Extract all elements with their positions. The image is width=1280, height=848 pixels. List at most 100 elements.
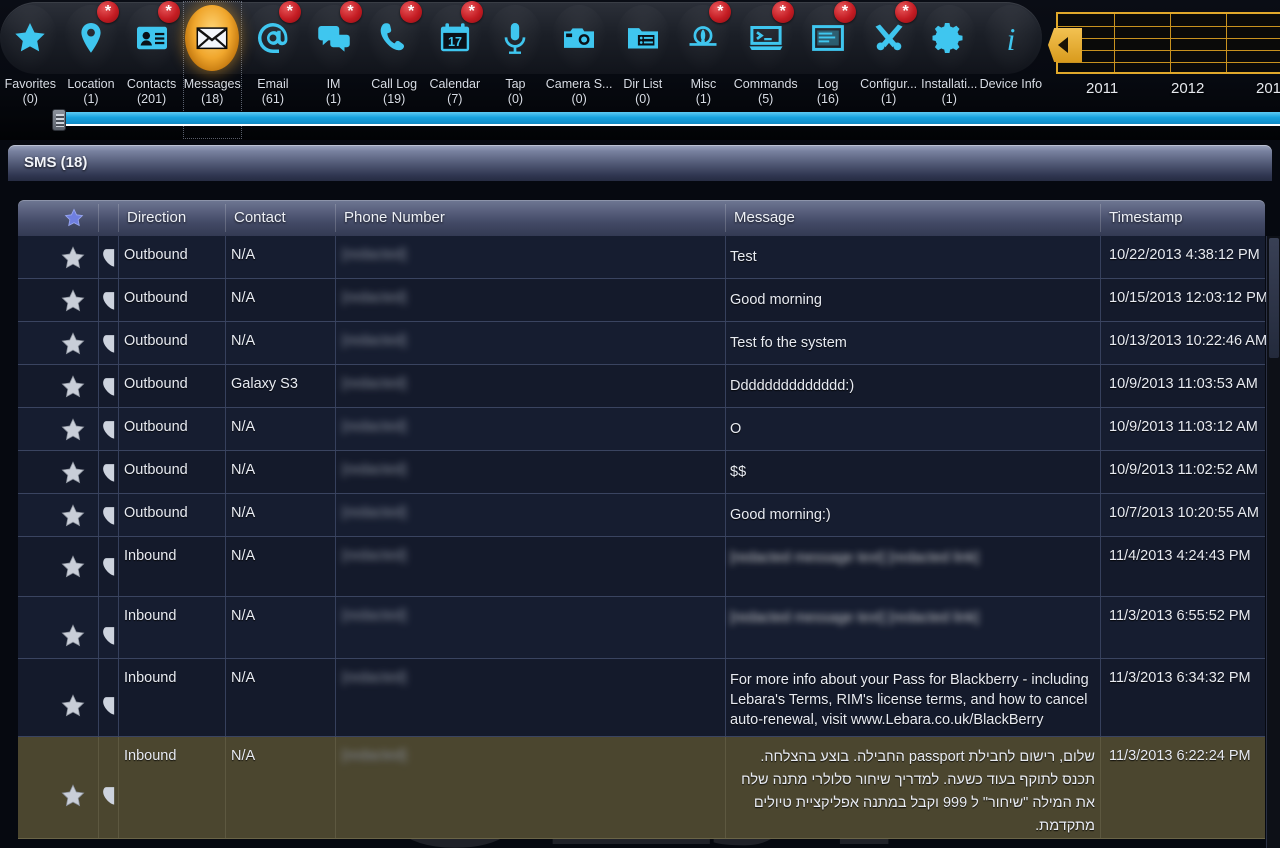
cell-phone-number: [redacted] bbox=[342, 408, 712, 451]
toolbar-item-bubble: * bbox=[801, 5, 855, 71]
table-row[interactable]: InboundN/A[redacted]For more info about … bbox=[18, 659, 1265, 737]
row-favorite-star-icon[interactable] bbox=[60, 554, 86, 580]
column-divider bbox=[225, 236, 226, 278]
table-row[interactable]: OutboundN/A[redacted]Test fo the system1… bbox=[18, 322, 1265, 365]
cell-direction: Outbound bbox=[124, 279, 219, 322]
table-row[interactable]: OutboundN/A[redacted]$$10/9/2013 11:02:5… bbox=[18, 451, 1265, 494]
cell-contact: N/A bbox=[231, 537, 331, 597]
row-favorite-star-icon[interactable] bbox=[60, 503, 86, 529]
cell-phone-number: [redacted] bbox=[342, 494, 712, 537]
column-divider bbox=[335, 451, 336, 493]
notification-badge: * bbox=[834, 1, 856, 23]
table-row[interactable]: OutboundN/A[redacted]O10/9/2013 11:03:12… bbox=[18, 408, 1265, 451]
column-divider bbox=[225, 537, 226, 596]
toolbar-item-bubble: * bbox=[307, 5, 361, 71]
cell-contact: N/A bbox=[231, 659, 331, 737]
scrollbar-thumb[interactable] bbox=[52, 109, 66, 131]
chat-bubbles-icon bbox=[316, 20, 352, 56]
row-favorite-star-icon[interactable] bbox=[60, 331, 86, 357]
row-favorite-star-icon[interactable] bbox=[60, 460, 86, 486]
row-favorite-star-icon[interactable] bbox=[60, 623, 86, 649]
toolbar-item-label: Log bbox=[798, 77, 859, 92]
cell-timestamp: 11/4/2013 4:24:43 PM bbox=[1109, 537, 1280, 597]
direction-phone-icon bbox=[100, 419, 120, 441]
notification-badge: * bbox=[709, 1, 731, 23]
toolbar-item-count: (1) bbox=[696, 92, 711, 107]
table-vertical-scrollbar[interactable] bbox=[1266, 236, 1280, 848]
timeline-horizontal-scrollbar[interactable] bbox=[52, 110, 1280, 128]
svg-text:i: i bbox=[1006, 22, 1015, 56]
direction-phone-icon bbox=[100, 462, 120, 484]
column-header-message[interactable]: Message bbox=[734, 200, 795, 236]
left-arrow-handle-icon[interactable] bbox=[1048, 28, 1082, 62]
cell-contact: N/A bbox=[231, 451, 331, 494]
column-divider bbox=[1100, 537, 1101, 596]
table-row[interactable]: OutboundN/A[redacted]Good morning:)10/7/… bbox=[18, 494, 1265, 537]
row-favorite-star-icon[interactable] bbox=[60, 693, 86, 719]
camera-icon bbox=[561, 20, 597, 56]
cell-timestamp: 10/9/2013 11:03:12 AM bbox=[1109, 408, 1280, 451]
column-divider bbox=[225, 494, 226, 536]
table-row[interactable]: InboundN/A[redacted][redacted message te… bbox=[18, 597, 1265, 659]
toolbar-item-bubble: * bbox=[739, 5, 793, 71]
toolbar-item-count: (5) bbox=[758, 92, 773, 107]
toolbar-item-count: (7) bbox=[447, 92, 462, 107]
toolbar-item-bubble: * bbox=[676, 5, 730, 71]
column-divider bbox=[1100, 494, 1101, 536]
toolbar-item-count: (1) bbox=[881, 92, 896, 107]
cell-message: For more info about your Pass for Blackb… bbox=[730, 659, 1095, 737]
info-icon: i bbox=[993, 20, 1029, 56]
table-row[interactable]: InboundN/A[redacted]שלום, רישום לחבילת p… bbox=[18, 737, 1265, 839]
column-header-phone-number[interactable]: Phone Number bbox=[344, 200, 445, 236]
cell-timestamp: 10/9/2013 11:02:52 AM bbox=[1109, 451, 1280, 494]
favorite-star-icon[interactable] bbox=[64, 208, 84, 228]
column-divider bbox=[225, 408, 226, 450]
cell-message: Test bbox=[730, 236, 1095, 279]
microphone-icon bbox=[497, 20, 533, 56]
column-divider bbox=[1100, 659, 1101, 736]
cell-message: שלום, רישום לחבילת passport החבילה. בוצע… bbox=[730, 737, 1095, 839]
notification-badge: * bbox=[772, 1, 794, 23]
toolbar-item-label: Tap bbox=[485, 77, 546, 92]
toolbar-item-bubble: * bbox=[125, 5, 179, 71]
toolbar-item-bubble bbox=[488, 5, 542, 71]
cell-timestamp: 10/15/2013 12:03:12 PM bbox=[1109, 279, 1280, 322]
column-header-direction[interactable]: Direction bbox=[127, 200, 186, 236]
column-divider bbox=[98, 597, 99, 658]
table-row[interactable]: OutboundGalaxy S3[redacted]Ddddddddddddd… bbox=[18, 365, 1265, 408]
svg-text:17: 17 bbox=[448, 35, 462, 49]
column-divider bbox=[725, 494, 726, 536]
column-divider bbox=[98, 494, 99, 536]
scrollbar-thumb[interactable] bbox=[1269, 238, 1279, 358]
row-favorite-star-icon[interactable] bbox=[60, 783, 86, 809]
cell-contact: N/A bbox=[231, 597, 331, 659]
notification-badge: * bbox=[97, 1, 119, 23]
table-row[interactable]: OutboundN/A[redacted]Test10/22/2013 4:38… bbox=[18, 236, 1265, 279]
toolbar-item-bubble bbox=[616, 5, 670, 71]
toolbar-item-count: (1) bbox=[942, 92, 957, 107]
cell-contact: N/A bbox=[231, 408, 331, 451]
envelope-icon bbox=[194, 20, 230, 56]
toolbar-item-label: Commands bbox=[734, 77, 798, 92]
toolbar-item-count: (1) bbox=[326, 92, 341, 107]
column-divider bbox=[335, 737, 336, 838]
column-header-timestamp[interactable]: Timestamp bbox=[1109, 200, 1183, 236]
column-divider bbox=[1100, 236, 1101, 278]
cell-message: O bbox=[730, 408, 1095, 451]
scrollbar-track[interactable] bbox=[62, 112, 1280, 126]
column-header-contact[interactable]: Contact bbox=[234, 200, 286, 236]
cell-phone-number: [redacted] bbox=[342, 597, 712, 659]
row-favorite-star-icon[interactable] bbox=[60, 417, 86, 443]
direction-phone-icon bbox=[100, 376, 120, 398]
table-row[interactable]: OutboundN/A[redacted]Good morning10/15/2… bbox=[18, 279, 1265, 322]
toolbar-item-bubble: * bbox=[862, 5, 916, 71]
row-favorite-star-icon[interactable] bbox=[60, 288, 86, 314]
toolbar-item-label: Configur... bbox=[858, 77, 919, 92]
row-favorite-star-icon[interactable] bbox=[60, 245, 86, 271]
row-favorite-star-icon[interactable] bbox=[60, 374, 86, 400]
radar-icon bbox=[685, 20, 721, 56]
notification-badge: * bbox=[400, 1, 422, 23]
column-divider bbox=[725, 279, 726, 321]
cell-contact: N/A bbox=[231, 737, 331, 839]
table-row[interactable]: InboundN/A[redacted][redacted message te… bbox=[18, 537, 1265, 597]
